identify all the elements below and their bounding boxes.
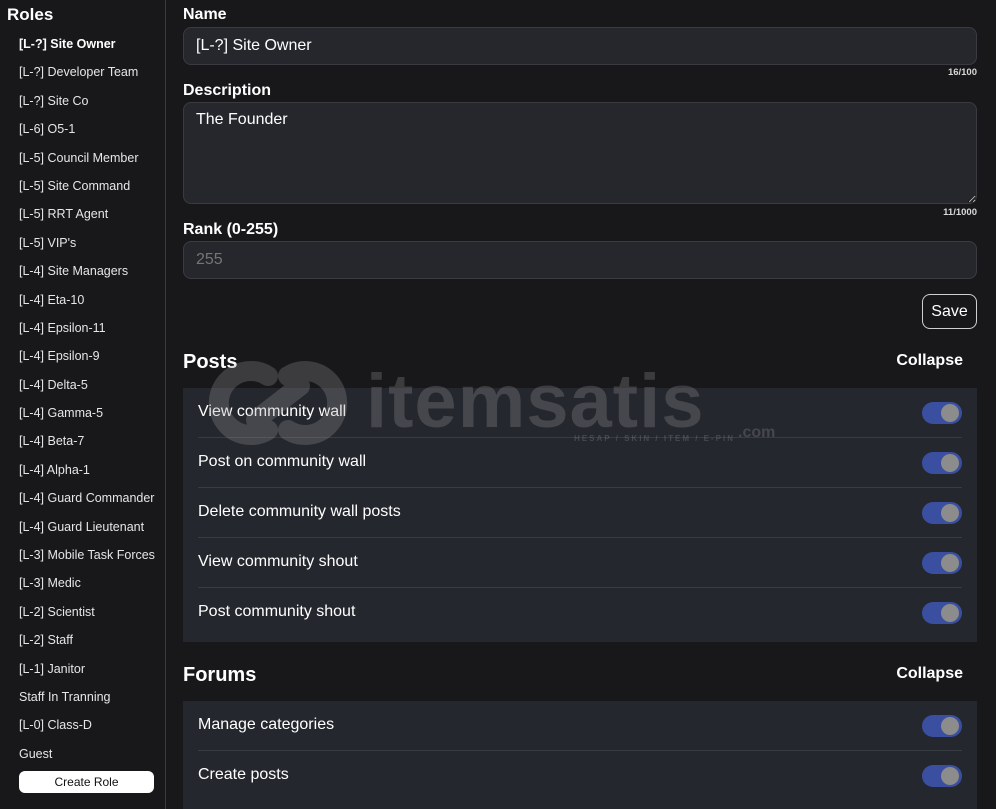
- sidebar-role-item[interactable]: [L-4] Eta-10: [19, 289, 155, 317]
- sidebar-role-item[interactable]: [L-4] Epsilon-11: [19, 317, 155, 345]
- sidebar-role-item[interactable]: [L-3] Mobile Task Forces: [19, 544, 155, 572]
- sidebar-role-item[interactable]: [L-5] RRT Agent: [19, 203, 155, 231]
- sidebar-role-item[interactable]: [L-4] Guard Commander: [19, 487, 155, 515]
- permission-label: Post on community wall: [198, 453, 367, 470]
- sidebar-role-item[interactable]: [L-4] Gamma-5: [19, 402, 155, 430]
- description-textarea[interactable]: The Founder: [183, 102, 977, 204]
- role-list: [L-?] Site Owner [L-?] Developer Team [L-?…: [19, 33, 155, 771]
- name-input[interactable]: [183, 27, 977, 65]
- save-button[interactable]: Save: [922, 294, 977, 329]
- sidebar-role-item[interactable]: [L-0] Class-D: [19, 714, 155, 742]
- permission-toggle[interactable]: [922, 765, 962, 787]
- description-label: Description: [183, 82, 272, 99]
- posts-permissions-panel: View community wall Post on community wal…: [183, 388, 977, 642]
- sidebar-role-item[interactable]: [L-5] VIP's: [19, 232, 155, 260]
- permission-row: Delete community wall posts: [198, 488, 962, 538]
- forums-collapse-button[interactable]: Collapse: [896, 665, 963, 683]
- sidebar-role-item[interactable]: [L-4] Beta-7: [19, 430, 155, 458]
- permission-label: Manage categories: [198, 716, 335, 733]
- role-settings-page: Roles [L-?] Site Owner [L-?] Developer Te…: [0, 0, 996, 809]
- permission-row: View community wall: [198, 388, 962, 438]
- name-label: Name: [183, 6, 227, 23]
- sidebar-role-item[interactable]: Guest: [19, 743, 155, 771]
- sidebar-role-item[interactable]: [L-1] Janitor: [19, 658, 155, 686]
- permission-label: Create posts: [198, 766, 289, 783]
- rank-input[interactable]: [183, 241, 977, 279]
- sidebar-role-item[interactable]: [L-4] Site Managers: [19, 260, 155, 288]
- sidebar-role-item[interactable]: Staff In Tranning: [19, 686, 155, 714]
- permission-row: Manage categories: [198, 701, 962, 751]
- permission-label: Delete community wall posts: [198, 503, 401, 520]
- toggle-knob: [941, 767, 959, 785]
- permission-label: View community wall: [198, 403, 347, 420]
- create-role-button[interactable]: Create Role: [19, 771, 154, 793]
- permission-row: View community shout: [198, 538, 962, 588]
- permission-label: View community shout: [198, 553, 358, 570]
- description-counter: 11/1000: [943, 207, 977, 218]
- permission-row: Post on community wall: [198, 438, 962, 488]
- permission-toggle[interactable]: [922, 715, 962, 737]
- sidebar-role-item[interactable]: [L-4] Alpha-1: [19, 459, 155, 487]
- sidebar-role-item[interactable]: [L-2] Scientist: [19, 601, 155, 629]
- sidebar-title: Roles: [7, 5, 54, 24]
- sidebar-role-item[interactable]: [L-6] O5-1: [19, 118, 155, 146]
- permission-label: Post community shout: [198, 603, 356, 620]
- toggle-knob: [941, 454, 959, 472]
- sidebar-role-item[interactable]: [L-?] Site Owner: [19, 33, 155, 61]
- toggle-knob: [941, 717, 959, 735]
- forums-permissions-panel: Manage categories Create posts: [183, 701, 977, 809]
- name-counter: 16/100: [947, 67, 977, 78]
- sidebar-role-item[interactable]: [L-3] Medic: [19, 572, 155, 600]
- permission-toggle[interactable]: [922, 602, 962, 624]
- toggle-knob: [941, 604, 959, 622]
- section-title-forums: Forums: [183, 664, 257, 686]
- sidebar-role-item[interactable]: [L-5] Council Member: [19, 147, 155, 175]
- rank-label: Rank (0-255): [183, 221, 279, 238]
- toggle-knob: [941, 554, 959, 572]
- section-title-posts: Posts: [183, 351, 238, 373]
- sidebar-role-item[interactable]: [L-?] Developer Team: [19, 61, 155, 89]
- permission-toggle[interactable]: [922, 452, 962, 474]
- roles-sidebar: Roles [L-?] Site Owner [L-?] Developer Te…: [0, 0, 166, 809]
- sidebar-role-item[interactable]: [L-5] Site Command: [19, 175, 155, 203]
- permission-row: Create posts: [198, 751, 962, 801]
- toggle-knob: [941, 504, 959, 522]
- permission-toggle[interactable]: [922, 552, 962, 574]
- toggle-knob: [941, 404, 959, 422]
- permission-toggle[interactable]: [922, 402, 962, 424]
- permission-row: Post community shout: [198, 588, 962, 638]
- sidebar-role-item[interactable]: [L-4] Epsilon-9: [19, 345, 155, 373]
- sidebar-role-item[interactable]: [L-2] Staff: [19, 629, 155, 657]
- permission-toggle[interactable]: [922, 502, 962, 524]
- sidebar-role-item[interactable]: [L-4] Delta-5: [19, 374, 155, 402]
- sidebar-role-item[interactable]: [L-4] Guard Lieutenant: [19, 516, 155, 544]
- posts-collapse-button[interactable]: Collapse: [896, 352, 963, 370]
- sidebar-role-item[interactable]: [L-?] Site Co: [19, 90, 155, 118]
